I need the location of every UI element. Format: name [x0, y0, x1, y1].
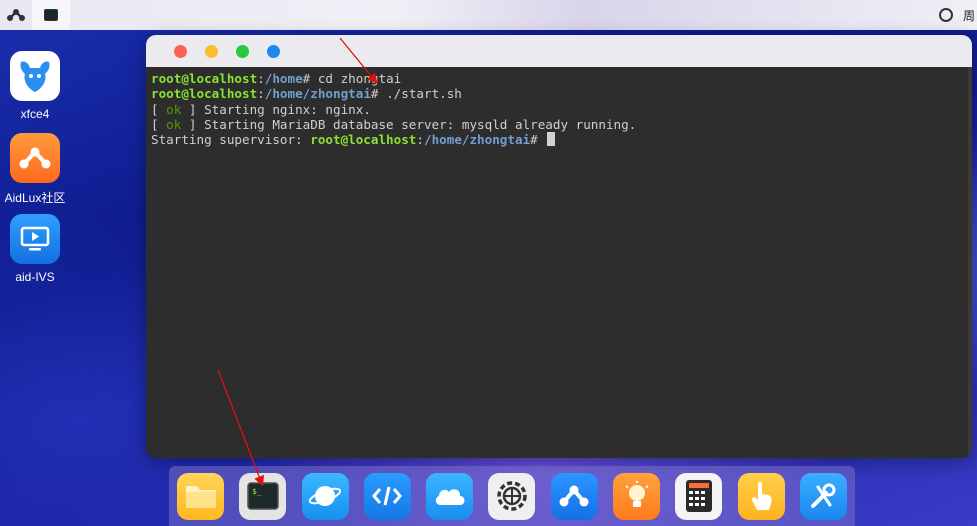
- aidlux-icon[interactable]: [550, 472, 598, 520]
- search-circle-icon[interactable]: [938, 8, 953, 22]
- files-icon[interactable]: [177, 472, 224, 520]
- terminal-icon: [44, 9, 58, 21]
- terminal-output[interactable]: root@localhost:/home# cd zhongtai root@l…: [146, 67, 972, 458]
- desktop-icon-label: AidLux社区: [4, 191, 66, 205]
- top-panel: 周: [0, 0, 977, 30]
- clock-text[interactable]: 周: [963, 7, 975, 24]
- pin-icon[interactable]: [267, 44, 280, 58]
- dock: $_: [169, 466, 855, 526]
- desktop-icon-aid-ivs[interactable]: aid-IVS: [0, 214, 71, 284]
- desktop-icon-label: xfce4: [20, 107, 50, 121]
- terminal-line: Starting supervisor: root@localhost:/hom…: [151, 132, 972, 147]
- touch-hand-icon[interactable]: [737, 472, 785, 520]
- desktop-icon-label: aid-IVS: [15, 270, 55, 284]
- aidlux-community-icon: [10, 133, 60, 183]
- mouse-logo-icon: [10, 51, 60, 101]
- terminal-line: root@localhost:/home/zhongtai# ./start.s…: [151, 86, 462, 102]
- terminal-line: [ ok ] Starting MariaDB database server:…: [151, 116, 637, 132]
- terminal-scrollbar[interactable]: [968, 67, 972, 458]
- code-editor-icon[interactable]: [363, 472, 411, 520]
- close-icon[interactable]: [174, 44, 187, 58]
- top-right-tray: 周: [938, 0, 977, 30]
- taskbar-terminal-button[interactable]: [32, 0, 70, 30]
- svg-text:$_: $_: [252, 487, 262, 496]
- lightbulb-icon[interactable]: [613, 472, 661, 520]
- minimize-icon[interactable]: [205, 44, 218, 58]
- calculator-icon[interactable]: [675, 472, 723, 520]
- desktop-icon-aidlux-community[interactable]: AidLux社区: [0, 133, 71, 206]
- desktop-icon-xfce4[interactable]: xfce4: [0, 51, 71, 121]
- terminal-line: root@localhost:/home# cd zhongtai: [151, 71, 402, 86]
- aidlux-menu-icon[interactable]: [0, 0, 32, 30]
- terminal-line: [ ok ] Starting nginx: nginx.: [151, 101, 371, 117]
- tools-icon[interactable]: [799, 472, 847, 520]
- settings-gear-icon[interactable]: [488, 472, 536, 520]
- terminal-window[interactable]: root@localhost:/home# cd zhongtai root@l…: [146, 35, 972, 458]
- cloud-icon[interactable]: [426, 472, 474, 520]
- terminal-icon[interactable]: $_: [239, 472, 287, 520]
- text-cursor: [547, 132, 556, 147]
- browser-planet-icon[interactable]: [301, 472, 349, 520]
- terminal-titlebar[interactable]: [146, 35, 972, 67]
- maximize-icon[interactable]: [236, 44, 249, 58]
- monitor-play-icon: [10, 214, 60, 264]
